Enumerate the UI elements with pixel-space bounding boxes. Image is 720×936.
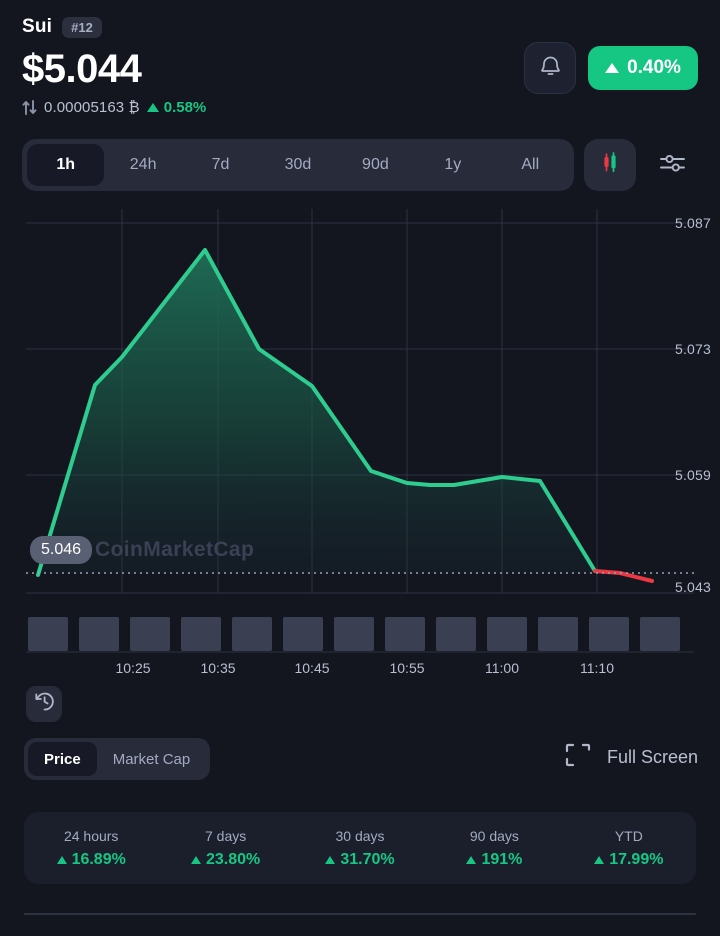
price-chart[interactable]: 5.087 5.073 5.059 5.043 5.046 CoinMarket…	[0, 209, 720, 679]
triangle-up-icon	[605, 63, 620, 73]
x-tick-label-1: 10:25	[115, 660, 151, 677]
y-tick-label-2: 5.073	[674, 341, 711, 358]
stat-label: 7 days	[204, 827, 247, 844]
stat-value: 23.80%	[205, 850, 261, 868]
expand-icon	[563, 740, 593, 775]
x-tick-label-4: 10:55	[389, 660, 425, 677]
fullscreen-button[interactable]: Full Screen	[563, 740, 698, 775]
x-tick-label-5: 11:00	[485, 660, 519, 677]
triangle-up-icon	[56, 855, 67, 864]
history-clock-icon	[34, 691, 55, 717]
triangle-up-icon	[325, 855, 336, 864]
range-tab-30d[interactable]: 30d	[259, 144, 336, 186]
header-actions: 0.40%	[524, 42, 698, 94]
price-change-value: 0.40%	[627, 57, 681, 78]
metric-option-market-cap[interactable]: Market Cap	[97, 742, 207, 776]
candlestick-icon	[597, 150, 623, 181]
secondary-price-row: 0.00005163 ₿ 0.58%	[22, 97, 698, 117]
triangle-up-icon	[190, 855, 201, 864]
stat-value: 16.89%	[71, 850, 126, 868]
stat-label: YTD	[614, 827, 643, 844]
coin-header: Sui #12 $5.044 0.00005163 ₿ 0.58% 0.40%	[0, 0, 720, 117]
stat-label: 24 hours	[63, 827, 119, 844]
chart-settings-button[interactable]	[646, 139, 698, 191]
stat-value: 17.99%	[609, 850, 664, 868]
btc-price: 0.00005163 ₿	[44, 98, 140, 116]
stat-value-wrap: 31.70%	[325, 850, 395, 869]
stat-value-wrap: 23.80%	[190, 850, 261, 869]
price-change-badge: 0.40%	[588, 46, 698, 90]
y-tick-label-3: 5.059	[674, 467, 711, 484]
range-tab-7d[interactable]: 7d	[182, 144, 259, 186]
metric-toggle: Price Market Cap	[24, 738, 211, 780]
chart-toolbar: 1h 24h 7d 30d 90d 1y All	[0, 139, 720, 192]
price-chart-svg[interactable]	[0, 209, 720, 679]
stat-value-wrap: 16.89%	[56, 850, 126, 869]
triangle-up-icon	[594, 855, 605, 864]
triangle-up-icon	[146, 102, 159, 112]
stat-90-days: 90 days 191%	[427, 828, 561, 869]
x-tick-label-3: 10:45	[294, 660, 330, 677]
rank-badge: #12	[62, 16, 102, 38]
y-tick-label-4: 5.043	[674, 579, 711, 596]
range-tab-24h[interactable]: 24h	[104, 144, 181, 186]
stat-value-wrap: 17.99%	[594, 851, 663, 869]
stat-24-hours: 24 hours 16.89%	[24, 828, 158, 869]
btc-change: 0.58%	[146, 98, 207, 116]
range-tab-1y[interactable]: 1y	[414, 144, 491, 186]
range-tabs: 1h 24h 7d 30d 90d 1y All	[22, 139, 574, 192]
coin-name-row: Sui #12	[22, 12, 698, 42]
x-tick-label-2: 10:35	[200, 660, 236, 677]
bottom-divider	[24, 913, 696, 915]
stat-30-days: 30 days 31.70%	[293, 828, 427, 869]
chart-settings-icon	[659, 151, 686, 180]
fullscreen-label: Full Screen	[606, 747, 698, 767]
current-price-marker: 5.046	[30, 536, 93, 565]
range-tab-all[interactable]: All	[492, 144, 569, 186]
stat-ytd: YTD 17.99%	[562, 828, 696, 869]
x-tick-label-6: 11:10	[580, 660, 614, 677]
triangle-up-icon	[466, 855, 477, 864]
stat-value: 191%	[481, 850, 523, 868]
range-tab-1h[interactable]: 1h	[27, 144, 105, 187]
stat-value: 31.70%	[340, 850, 395, 868]
range-tab-90d[interactable]: 90d	[337, 144, 414, 186]
swap-vertical-icon[interactable]	[22, 99, 37, 116]
performance-stats: 24 hours 16.89% 7 days 23.80% 30 days 31…	[24, 812, 696, 884]
y-tick-label-1: 5.087	[674, 215, 711, 232]
stat-label: 90 days	[469, 827, 519, 844]
stat-label: 30 days	[335, 827, 385, 844]
reset-zoom-button[interactable]	[26, 686, 62, 722]
bell-icon	[539, 54, 562, 83]
crypto-price-page: Sui #12 $5.044 0.00005163 ₿ 0.58% 0.40% …	[0, 0, 720, 936]
volume-bars	[28, 617, 680, 652]
metric-option-price[interactable]: Price	[28, 742, 97, 776]
btc-change-value: 0.58%	[163, 98, 207, 116]
stat-value-wrap: 191%	[466, 851, 522, 869]
stat-7-days: 7 days 23.80%	[158, 828, 292, 869]
candlestick-chart-button[interactable]	[584, 139, 636, 192]
coin-name: Sui	[22, 16, 53, 37]
price-alert-button[interactable]	[524, 42, 576, 94]
